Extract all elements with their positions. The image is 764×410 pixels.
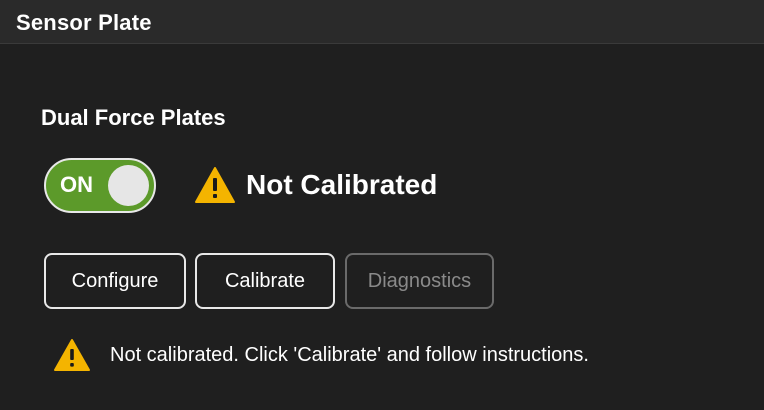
sensor-plate-panel: Sensor Plate Dual Force Plates ON Not Ca… — [0, 0, 764, 410]
calibration-message: Not calibrated. Click 'Calibrate' and fo… — [53, 336, 589, 374]
toggle-label: ON — [60, 172, 93, 197]
section-title: Dual Force Plates — [41, 105, 226, 130]
message-text: Not calibrated. Click 'Calibrate' and fo… — [110, 343, 589, 366]
panel-title: Sensor Plate — [16, 10, 152, 35]
power-toggle[interactable]: ON — [44, 158, 156, 213]
status-text: Not Calibrated — [246, 169, 438, 200]
panel-title-bar: Sensor Plate — [0, 0, 764, 44]
warning-icon — [195, 167, 235, 203]
diagnostics-button: Diagnostics — [345, 253, 494, 309]
toggle-knob — [108, 165, 149, 206]
warning-icon — [54, 339, 90, 371]
calibrate-button[interactable]: Calibrate — [195, 253, 335, 309]
calibration-status: Not Calibrated — [194, 165, 437, 205]
configure-button[interactable]: Configure — [44, 253, 186, 309]
